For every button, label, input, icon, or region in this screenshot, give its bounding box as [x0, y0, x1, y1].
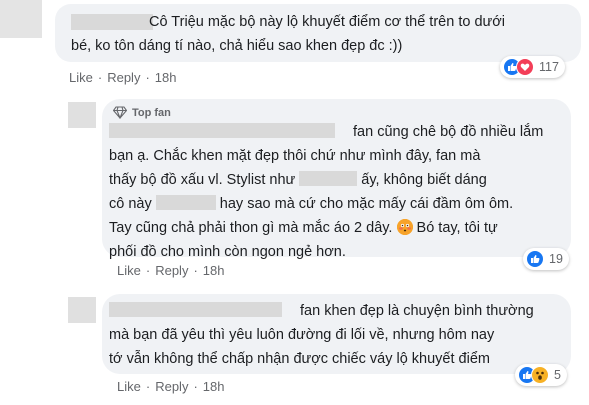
comment-text-line: Tay cũng chả phải thon gì mà mắc áo 2 dâ…: [109, 219, 498, 236]
comment-text-line: bé, ko tôn dáng tí nào, chả hiểu sao khe…: [71, 38, 403, 54]
reaction-summary[interactable]: 19: [523, 248, 569, 270]
like-icon: [526, 250, 544, 268]
comment-text-line: phối đồ cho mình còn ngon ngẻ hơn.: [109, 244, 346, 260]
reaction-summary[interactable]: 117: [500, 56, 565, 78]
redacted-name: [109, 302, 282, 317]
like-button[interactable]: Like: [69, 70, 93, 85]
comment-bubble: Top fan fan cũng chê bộ đồ nhiều lắm bạn…: [102, 99, 571, 260]
timestamp[interactable]: 18h: [203, 263, 225, 278]
love-icon: [516, 58, 534, 76]
comment-bubble: fan khen đẹp là chuyện bình thường mà bạ…: [102, 294, 571, 374]
timestamp[interactable]: 18h: [155, 70, 177, 85]
avatar[interactable]: [68, 297, 96, 323]
redacted-name: [109, 123, 335, 138]
timestamp[interactable]: 18h: [203, 379, 225, 394]
like-button[interactable]: Like: [117, 263, 141, 278]
avatar[interactable]: [68, 102, 96, 128]
comment-text-line: fan khen đẹp là chuyện bình thường: [109, 302, 534, 320]
wow-icon: [531, 366, 549, 384]
comment-text-line: thấy bộ đồ xấu vl. Stylist như ấy, không…: [109, 171, 487, 188]
comment-actions: Like · Reply · 18h: [117, 379, 225, 394]
reaction-count: 19: [549, 252, 563, 266]
diamond-icon: [113, 106, 127, 119]
reaction-summary[interactable]: 5: [515, 364, 567, 386]
comment-text-line: Cô Triệu mặc bộ này lộ khuyết điểm cơ th…: [149, 14, 505, 30]
top-fan-label: Top fan: [132, 106, 171, 119]
reaction-count: 5: [554, 368, 561, 382]
comment-text-line: fan cũng chê bộ đồ nhiều lắm: [109, 123, 543, 141]
avatar[interactable]: [0, 0, 42, 38]
redacted-name: [71, 14, 153, 30]
comment-actions: Like · Reply · 18h: [69, 70, 177, 85]
top-fan-badge: Top fan: [113, 106, 171, 119]
redacted-name: [299, 171, 358, 186]
comment-text-line: tớ vẫn không thể chấp nhận được chiếc vá…: [109, 351, 490, 367]
reaction-count: 117: [539, 60, 559, 74]
comment-text-line: mà bạn đã yêu thì yêu luôn đường đi lối …: [109, 327, 495, 343]
comment-actions: Like · Reply · 18h: [117, 263, 225, 278]
reply-button[interactable]: Reply: [155, 379, 188, 394]
reply-button[interactable]: Reply: [155, 263, 188, 278]
reply-button[interactable]: Reply: [107, 70, 140, 85]
comment-text-line: cô này hay sao mà cứ cho mặc mấy cái đầm…: [109, 195, 514, 212]
comment-bubble: Cô Triệu mặc bộ này lộ khuyết điểm cơ th…: [55, 4, 581, 62]
comment-text-line: bạn ạ. Chắc khen mặt đẹp thôi chứ như mì…: [109, 148, 481, 164]
like-button[interactable]: Like: [117, 379, 141, 394]
redacted-name: [155, 195, 216, 210]
flushed-face-icon: [396, 219, 413, 235]
